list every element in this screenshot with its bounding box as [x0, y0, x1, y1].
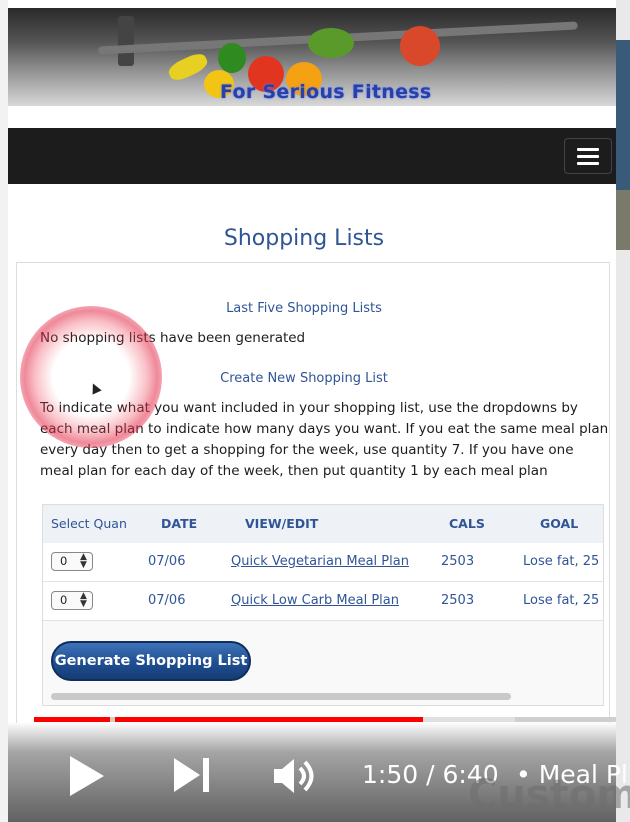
video-buffer-bar: [423, 717, 515, 722]
video-progress-played: [34, 717, 110, 722]
col-view-edit[interactable]: VIEW/EDIT: [245, 516, 318, 531]
background-strip-block: [616, 40, 630, 190]
quantity-stepper[interactable]: 0 ▲ ▼: [51, 591, 93, 610]
broccoli: [308, 28, 354, 58]
table-row: 0 ▲ ▼ 07/06 Quick Low Carb Meal Plan 2503…: [43, 582, 603, 621]
menu-toggle-button[interactable]: [564, 138, 612, 174]
banner-gap: [8, 106, 616, 128]
row-date: 07/06: [148, 554, 186, 569]
volume-icon[interactable]: [272, 756, 322, 796]
pepper-green: [218, 43, 246, 73]
play-icon[interactable]: [70, 756, 104, 796]
meal-plan-link[interactable]: Quick Vegetarian Meal Plan: [231, 554, 409, 569]
apple: [400, 26, 440, 66]
site-banner: For Serious Fitness: [8, 8, 616, 106]
col-goal[interactable]: GOAL: [540, 516, 578, 531]
menu-icon: [577, 155, 599, 158]
page-title: Shopping Lists: [223, 226, 385, 251]
table-row: 0 ▲ ▼ 07/06 Quick Vegetarian Meal Plan 25…: [43, 543, 603, 582]
empty-lists-message: No shopping lists have been generated: [40, 330, 306, 346]
meal-plan-table: Select Quan DATE VIEW/EDIT CALS GOAL 0 ▲…: [42, 504, 604, 706]
table-header: Select Quan DATE VIEW/EDIT CALS GOAL: [43, 505, 603, 544]
menu-icon: [577, 148, 599, 151]
row-cals: 2503: [441, 593, 475, 608]
col-cals[interactable]: CALS: [449, 516, 485, 531]
banana: [166, 50, 210, 84]
banner-tagline: For Serious Fitness: [220, 81, 432, 103]
row-date: 07/06: [148, 593, 186, 608]
next-icon-bar: [203, 758, 209, 792]
col-date[interactable]: DATE: [161, 516, 197, 531]
last-five-heading: Last Five Shopping Lists: [226, 301, 382, 316]
video-progress-played: [115, 717, 423, 722]
quantity-value: 0: [60, 593, 68, 607]
row-cals: 2503: [441, 554, 475, 569]
weight-plate: [118, 16, 134, 66]
horizontal-scrollbar[interactable]: [51, 693, 511, 700]
quantity-stepper[interactable]: 0 ▲ ▼: [51, 552, 93, 571]
stepper-arrows-icon: ▲ ▼: [80, 591, 87, 609]
meal-plan-link[interactable]: Quick Low Carb Meal Plan: [231, 593, 399, 608]
generate-shopping-list-button[interactable]: Generate Shopping List: [51, 641, 251, 681]
row-goal: Lose fat, 25: [523, 554, 600, 569]
instructions-text: To indicate what you want included in yo…: [40, 400, 609, 479]
background-strip-block: [616, 190, 630, 250]
next-icon[interactable]: [174, 758, 200, 792]
navbar: [8, 128, 616, 184]
row-goal: Lose fat, 25: [523, 593, 600, 608]
quantity-value: 0: [60, 554, 68, 568]
background-strip: [616, 0, 630, 822]
stepper-arrows-icon: ▲ ▼: [80, 552, 87, 570]
col-select-quan: Select Quan: [51, 516, 127, 531]
watermark: Custom: [468, 772, 630, 818]
menu-icon: [577, 162, 599, 165]
